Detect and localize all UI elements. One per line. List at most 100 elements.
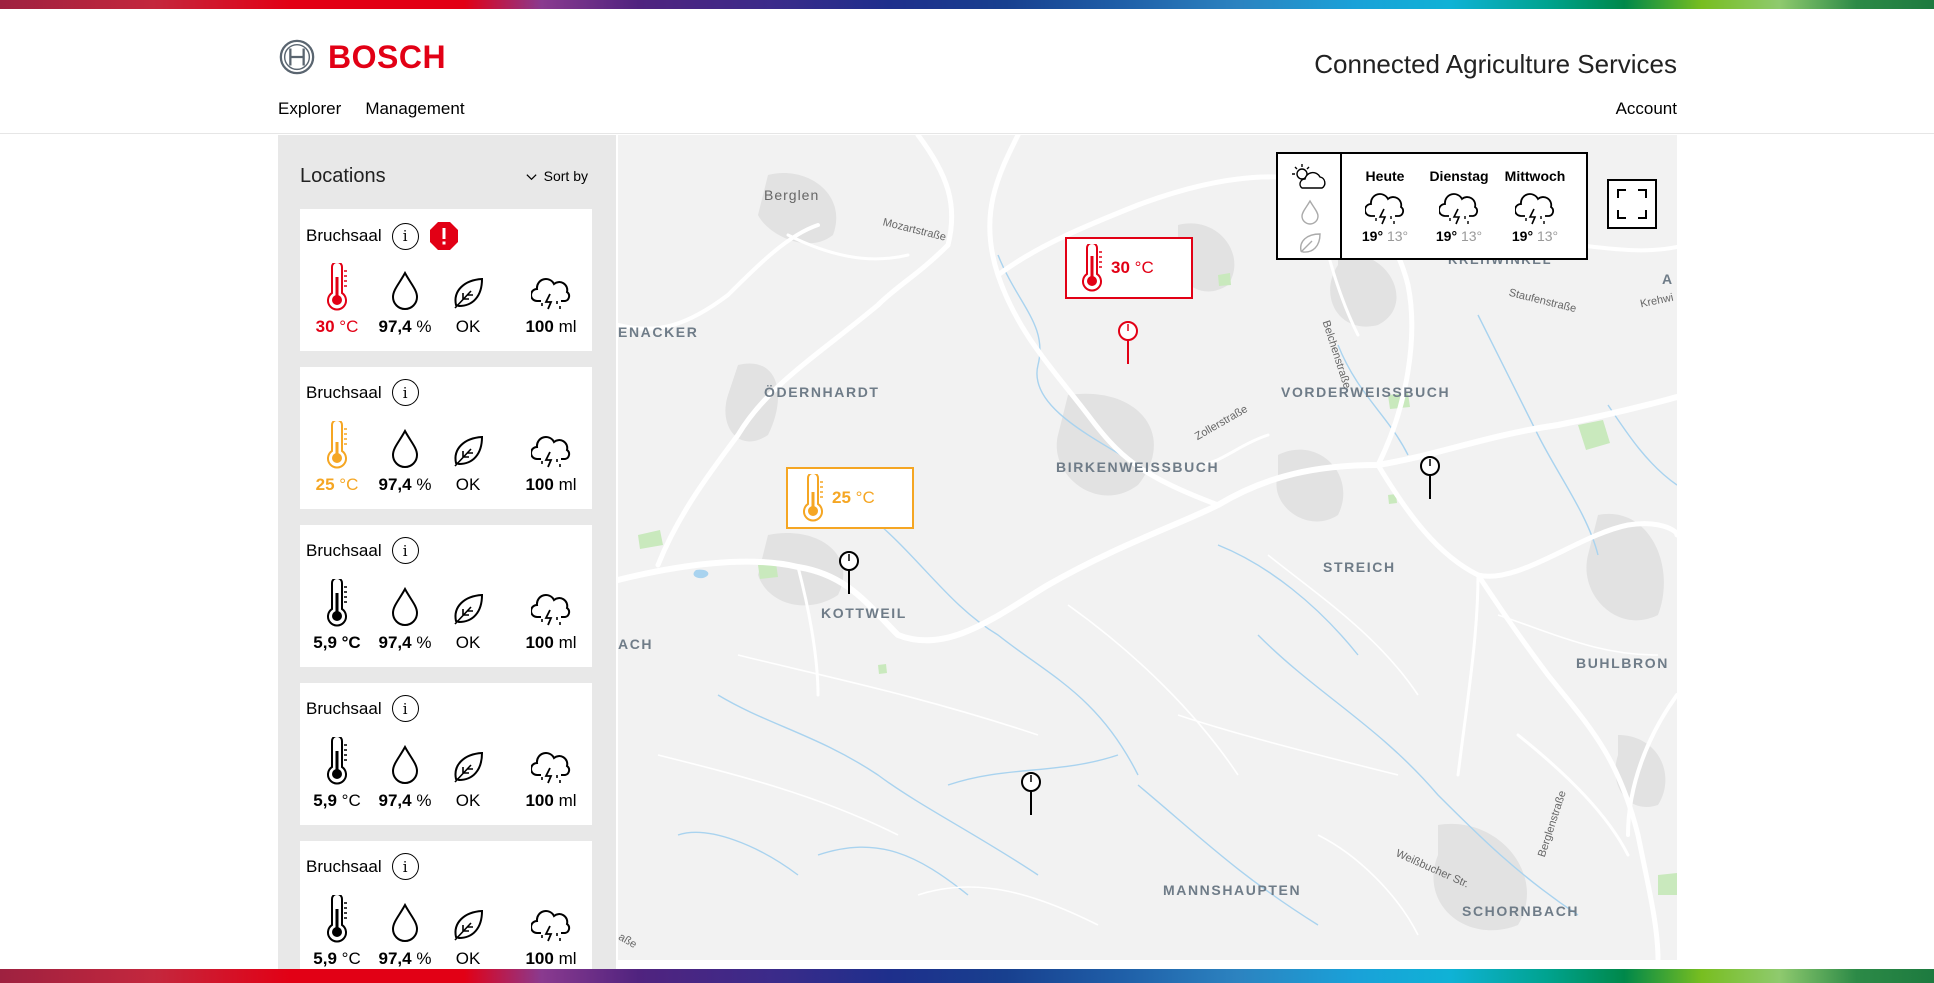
leaf-icon [454,435,484,467]
location-card[interactable]: Bruchsaal i 5,9 °C 97,4 % OK 100 ml [300,841,592,969]
humidity-unit: % [416,633,432,652]
weather-layer-toggles [1278,154,1342,258]
leaf-status: OK [455,633,481,652]
leaf-icon[interactable] [1297,231,1323,255]
leaf-icon [454,593,484,625]
sort-button[interactable]: Sort by [525,168,588,184]
leaf-status: OK [455,475,481,494]
location-name: Bruchsaal [306,856,382,876]
humidity-unit: % [416,949,432,968]
droplet-icon [391,587,419,626]
droplet-icon[interactable] [1300,199,1320,225]
humidity-metric: 97,4 % [370,263,440,337]
location-metrics: 30 °C 97,4 % OK 100 ml [300,263,592,343]
map-label-berglen: Berglen [764,187,820,203]
rain-metric: 100 ml [516,737,586,811]
brand-name: BOSCH [328,38,447,75]
bosch-armature-icon [279,39,315,75]
weather-day: Heute 19° 13° [1350,168,1420,244]
humidity-unit: % [416,791,432,810]
location-card-header: Bruchsaal i [306,379,419,406]
info-icon[interactable]: i [391,537,419,564]
temp-marker-amber[interactable]: 25 °C [786,467,914,529]
thermometer-icon [327,263,347,311]
location-name: Bruchsaal [306,698,382,718]
location-metrics: 5,9 °C 97,4 % OK 100 ml [300,579,592,659]
location-metrics: 5,9 °C 97,4 % OK 100 ml [300,895,592,969]
info-icon[interactable]: i [391,853,419,880]
humidity-value: 97,4 [378,317,412,336]
humidity-metric: 97,4 % [370,579,440,653]
map-pin[interactable] [1019,771,1043,815]
map-label-enacker: ENACKER [618,324,699,340]
weather-day-name: Dienstag [1429,168,1489,184]
map-label-odernhardt: ÖDERNHARDT [764,384,880,400]
weather-high: 19° [1511,228,1534,244]
leaf-status: OK [455,317,481,336]
location-name: Bruchsaal [306,540,382,560]
rain-metric: 100 ml [516,579,586,653]
location-card-header: Bruchsaal i [306,537,419,564]
info-icon[interactable]: i [391,379,419,406]
temp-marker-amber-unit: °C [855,488,875,507]
locations-sidebar: Locations Sort by Bruchsaal i 30 °C 97,4… [278,135,616,969]
location-card[interactable]: Bruchsaal i 30 °C 97,4 % OK 100 ml [300,209,592,351]
leaf-icon [454,277,484,309]
chevron-down-icon [526,173,537,180]
humidity-value: 97,4 [378,949,412,968]
temperature-value: 30 [315,317,335,336]
droplet-icon [391,429,419,468]
temp-marker-red-unit: °C [1134,258,1154,277]
temperature-unit: °C [339,475,359,494]
info-icon[interactable]: i [391,222,419,250]
leaf-metric: OK [433,895,503,969]
nav-item-explorer[interactable]: Explorer [278,99,341,119]
temperature-metric: 5,9 °C [302,737,372,811]
location-card[interactable]: Bruchsaal i 25 °C 97,4 % OK 100 ml [300,367,592,509]
map-view[interactable]: Berglen Mozartstraße ENACKER ÖDERNHARDT … [618,135,1677,960]
leaf-status: OK [455,791,481,810]
bosch-logo[interactable]: BOSCH [278,38,446,76]
weather-low: 13° [1460,228,1483,244]
rain-value: 100 [525,949,554,968]
thermometer-icon [327,579,347,627]
humidity-value: 97,4 [378,791,412,810]
humidity-value: 97,4 [378,633,412,652]
leaf-status: OK [455,949,481,968]
account-link[interactable]: Account [1616,99,1677,119]
map-pin[interactable] [837,550,861,594]
map-label-kottweil: KOTTWEIL [821,605,907,621]
nav-item-management[interactable]: Management [365,99,464,119]
rain-unit: ml [558,791,577,810]
weather-high: 19° [1361,228,1384,244]
location-name: Bruchsaal [306,226,382,245]
map-pin-red[interactable] [1116,320,1140,364]
humidity-unit: % [416,475,432,494]
temperature-unit: °C [341,791,361,810]
map-pin[interactable] [1418,455,1442,499]
weather-day: Mittwoch 19° 13° [1500,168,1570,244]
map-label-streich: STREICH [1323,559,1396,575]
alert-icon[interactable] [429,221,459,251]
fullscreen-button[interactable] [1607,179,1657,229]
info-icon[interactable]: i [391,695,419,722]
rain-value: 100 [525,475,554,494]
rain-metric: 100 ml [516,421,586,495]
rain-unit: ml [558,633,577,652]
temp-marker-red[interactable]: 30 °C [1065,237,1193,299]
brand-stripe-top [0,0,1934,9]
main-nav: Explorer Management [278,99,465,119]
partly-cloudy-icon[interactable] [1290,162,1328,192]
weather-day-name: Mittwoch [1504,168,1566,184]
location-card[interactable]: Bruchsaal i 5,9 °C 97,4 % OK 100 ml [300,525,592,667]
location-card[interactable]: Bruchsaal i 5,9 °C 97,4 % OK 100 ml [300,683,592,825]
weather-low: 13° [1386,228,1409,244]
app-title: Connected Agriculture Services [1314,49,1677,79]
brand-stripe-bottom [0,969,1934,983]
map-label-mannshaupten: MANNSHAUPTEN [1163,882,1302,898]
map-label-a: A [1662,271,1674,287]
humidity-metric: 97,4 % [370,737,440,811]
temperature-metric: 5,9 °C [302,895,372,969]
weather-low: 13° [1536,228,1559,244]
thermometer-icon [327,895,347,943]
